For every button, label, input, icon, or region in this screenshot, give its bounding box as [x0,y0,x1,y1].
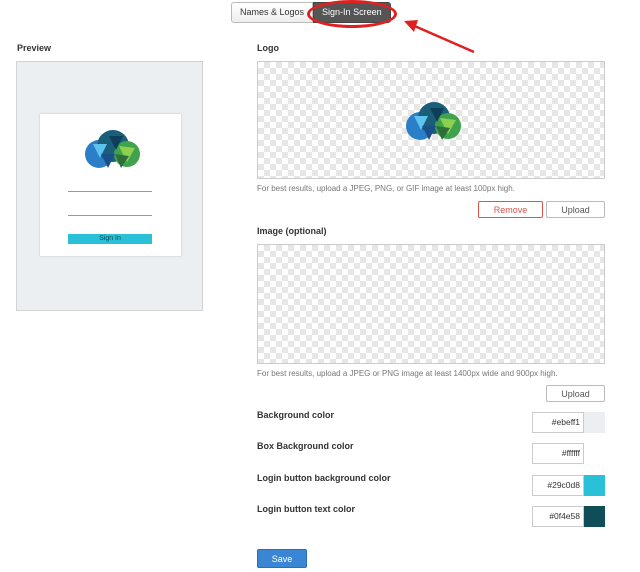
annotation-ellipse [307,0,397,28]
logo-upload-button[interactable]: Upload [546,201,605,218]
box-background-color-input[interactable]: #ffffff [532,443,584,464]
preview-panel: Sign In [16,61,203,311]
login-button-text-color-label: Login button text color [257,504,355,514]
background-color-input[interactable]: #ebeff1 [532,412,584,433]
background-color-label: Background color [257,410,335,420]
login-button-bg-color-label: Login button background color [257,473,391,483]
login-button-text-color-input[interactable]: #0f4e58 [532,506,584,527]
preview-password-line [68,215,152,216]
login-button-text-color-swatch[interactable] [584,506,605,527]
image-dropzone[interactable] [257,244,605,364]
preview-title: Preview [17,43,52,53]
save-button[interactable]: Save [257,549,307,568]
login-button-bg-color-swatch[interactable] [584,475,605,496]
tab-names-logos[interactable]: Names & Logos [231,2,314,23]
branding-settings-page: Names & Logos Sign-In Screen Preview Sig… [0,0,640,572]
logo-hint: For best results, upload a JPEG, PNG, or… [257,184,515,193]
preview-username-line [68,191,152,192]
preview-login-box: Sign In [40,114,181,256]
box-background-color-label: Box Background color [257,441,354,451]
logo-dropzone[interactable] [257,61,605,179]
cloud-logo-icon [406,102,461,140]
login-button-bg-color-input[interactable]: #29c0d8 [532,475,584,496]
cloud-logo-icon [85,130,140,168]
logo-label: Logo [257,43,279,53]
image-label: Image (optional) [257,226,327,236]
preview-sign-in-button: Sign In [68,234,152,244]
logo-remove-button[interactable]: Remove [478,201,543,218]
annotation-arrow-icon [404,20,475,54]
box-background-color-swatch[interactable] [584,443,605,464]
image-hint: For best results, upload a JPEG or PNG i… [257,369,558,378]
image-upload-button[interactable]: Upload [546,385,605,402]
background-color-swatch[interactable] [584,412,605,433]
